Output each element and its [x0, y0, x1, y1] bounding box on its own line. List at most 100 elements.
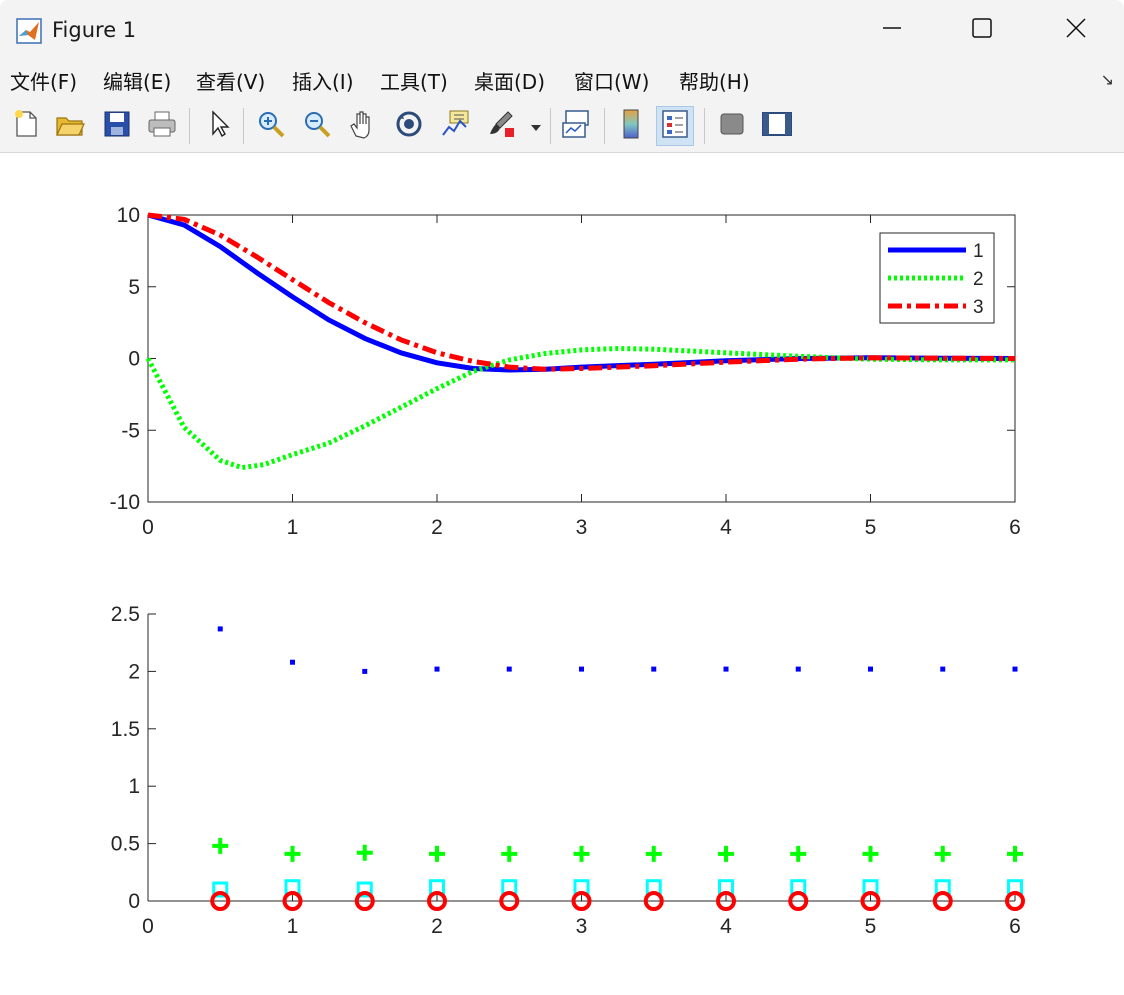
point-marker — [506, 666, 512, 672]
y-tick-label: -10 — [110, 491, 140, 514]
axes-top[interactable]: 0 1 2 3 4 5 6 10 5 0 -5 -10 1 2 3 — [110, 204, 1021, 539]
toolbar-separator — [704, 108, 705, 144]
brush-button[interactable] — [482, 106, 520, 146]
save-icon — [103, 110, 131, 142]
matlab-logo-icon — [16, 18, 42, 44]
toolbar-separator — [243, 108, 244, 144]
legend-icon — [661, 109, 689, 143]
data-cursor-icon — [440, 109, 470, 143]
plots-svg: 0 1 2 3 4 5 6 10 5 0 -5 -10 1 2 3 0 1 2 3 4 5 6 2.5 2 1.5 1 0.5 0 — [110, 204, 1025, 938]
colorbar-button[interactable] — [612, 106, 650, 146]
y-tick-label: 0.5 — [111, 833, 140, 856]
select-arrow-icon — [207, 109, 231, 143]
x-tick-label: 1 — [287, 915, 299, 938]
new-figure-icon — [12, 109, 40, 143]
x-tick-label: 3 — [576, 516, 588, 539]
figure-window: Figure 1 文件(F) 编辑(E) 查看(V) 插入(I) 工具(T) 桌… — [0, 0, 1124, 995]
x-tick-label: 6 — [1009, 915, 1021, 938]
zoom-in-button[interactable] — [252, 106, 290, 146]
x-tick-label: 3 — [576, 915, 588, 938]
plus-marker — [212, 837, 229, 854]
y-tick-label: 2.5 — [111, 603, 140, 626]
point-marker — [868, 666, 873, 672]
hide-plot-tools-icon — [718, 110, 746, 142]
legend-label-3: 3 — [973, 297, 984, 318]
plus-marker — [790, 845, 807, 862]
x-tick-label: 4 — [720, 915, 732, 938]
y-tick-label: 1 — [128, 775, 140, 798]
show-plot-tools-button[interactable] — [758, 106, 796, 146]
legend-label-2: 2 — [973, 269, 984, 290]
colorbar-icon — [619, 108, 643, 144]
brush-dropdown-button[interactable] — [526, 106, 546, 146]
zoom-out-icon — [302, 109, 332, 143]
dock-arrow-icon[interactable]: ↘ — [1101, 70, 1114, 89]
axes-bottom-markers — [210, 626, 1025, 911]
menu-tools[interactable]: 工具(T) — [380, 66, 448, 95]
window-title: Figure 1 — [52, 18, 137, 42]
menu-bar: 文件(F) 编辑(E) 查看(V) 插入(I) 工具(T) 桌面(D) 窗口(W… — [0, 60, 1124, 101]
menu-window[interactable]: 窗口(W) — [574, 66, 649, 95]
x-tick-label: 1 — [287, 516, 299, 539]
close-icon — [1066, 18, 1086, 42]
brush-dropdown-icon — [531, 117, 541, 136]
zoom-in-icon — [256, 109, 286, 143]
show-plot-tools-icon — [761, 110, 793, 142]
axes-bottom[interactable]: 0 1 2 3 4 5 6 2.5 2 1.5 1 0.5 0 — [111, 603, 1025, 938]
y-tick-label: 2 — [128, 660, 140, 683]
y-tick-label: 5 — [128, 276, 140, 299]
minimize-button[interactable] — [846, 0, 938, 60]
close-button[interactable] — [1030, 0, 1122, 60]
plus-marker — [284, 845, 301, 862]
select-arrow-button[interactable] — [200, 106, 238, 146]
x-tick-label: 2 — [431, 915, 443, 938]
minimize-icon — [882, 18, 902, 42]
menu-view[interactable]: 查看(V) — [196, 66, 265, 95]
print-button[interactable] — [143, 106, 181, 146]
x-tick-label: 5 — [865, 516, 877, 539]
rotate-3d-button[interactable] — [390, 106, 428, 146]
point-marker — [217, 626, 223, 632]
point-marker — [795, 666, 801, 672]
figure-canvas: 0 1 2 3 4 5 6 10 5 0 -5 -10 1 2 3 0 1 2 3 4 5 6 2.5 2 1.5 1 0.5 0 — [0, 153, 1124, 995]
menu-edit[interactable]: 编辑(E) — [103, 66, 171, 95]
title-bar[interactable]: Figure 1 — [0, 0, 1124, 60]
link-plot-icon — [560, 109, 592, 143]
plus-marker — [718, 845, 734, 862]
menu-help[interactable]: 帮助(H) — [679, 66, 750, 95]
plus-marker — [934, 845, 951, 862]
open-file-button[interactable] — [51, 106, 89, 146]
open-file-icon — [55, 110, 85, 142]
plus-marker — [356, 844, 373, 861]
point-marker — [434, 666, 440, 672]
point-marker — [723, 666, 729, 672]
plus-marker — [501, 845, 518, 862]
plus-marker — [429, 845, 445, 862]
legend[interactable]: 1 2 3 — [879, 232, 995, 324]
rotate-3d-icon — [394, 109, 424, 143]
maximize-icon — [972, 18, 992, 42]
figure-toolbar — [0, 100, 1124, 153]
x-tick-label: 2 — [431, 516, 443, 539]
legend-button[interactable] — [656, 106, 694, 146]
x-tick-label: 6 — [1009, 516, 1021, 539]
y-tick-label: -5 — [121, 419, 140, 442]
link-plot-button[interactable] — [557, 106, 595, 146]
menu-desktop[interactable]: 桌面(D) — [474, 66, 545, 95]
point-marker — [1012, 666, 1018, 672]
pan-hand-icon — [348, 109, 378, 143]
maximize-button[interactable] — [936, 0, 1028, 60]
y-tick-label: 10 — [117, 204, 140, 227]
menu-insert[interactable]: 插入(I) — [292, 66, 354, 95]
x-tick-label: 0 — [142, 516, 154, 539]
pan-button[interactable] — [344, 106, 382, 146]
print-icon — [147, 110, 177, 142]
save-button[interactable] — [98, 106, 136, 146]
hide-plot-tools-button[interactable] — [713, 106, 751, 146]
point-marker — [651, 666, 657, 672]
new-figure-button[interactable] — [7, 106, 45, 146]
data-cursor-button[interactable] — [436, 106, 474, 146]
menu-file[interactable]: 文件(F) — [10, 66, 77, 95]
point-marker — [362, 668, 368, 674]
zoom-out-button[interactable] — [298, 106, 336, 146]
